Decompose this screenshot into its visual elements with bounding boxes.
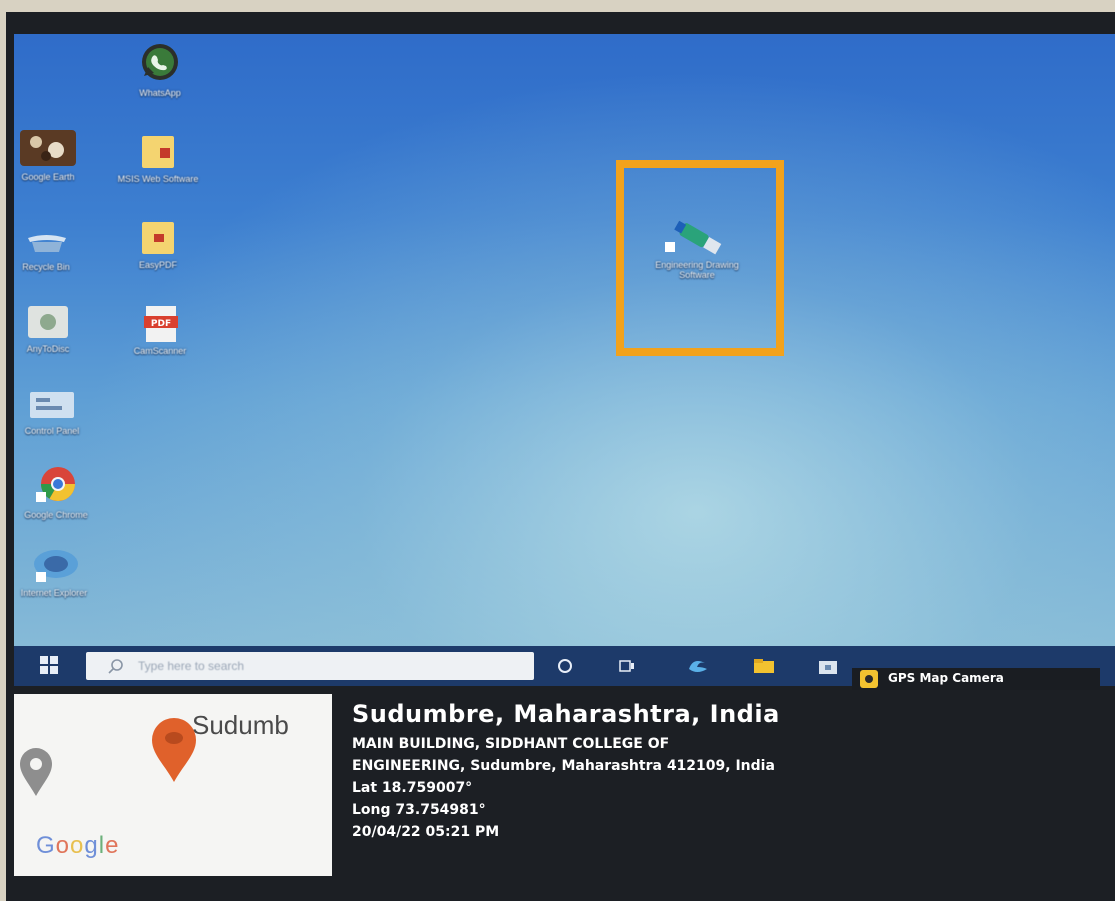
google-logo: Google xyxy=(36,832,120,859)
image-icon xyxy=(20,130,76,166)
desktop-icon-photo[interactable]: Google Earth xyxy=(14,126,94,182)
address-line-2: ENGINEERING, Sudumbre, Maharashtra 41210… xyxy=(352,758,775,774)
location-info: Sudumbre, Maharashtra, India MAIN BUILDI… xyxy=(352,700,1092,840)
folder-icon xyxy=(142,136,174,168)
desktop-icon-internet-explorer[interactable]: Internet Explorer xyxy=(14,546,100,598)
desktop-icon-label: EasyPDF xyxy=(138,260,177,270)
desktop-icon-label: Google Earth xyxy=(21,172,75,182)
folder-icon xyxy=(142,222,174,254)
desktop-icon-label: CamScanner xyxy=(133,346,187,356)
desktop-icon-label: MSIS Web Software xyxy=(117,174,199,184)
desktop-icon-label: Control Panel xyxy=(24,426,80,436)
desktop-icon-label: Google Chrome xyxy=(24,510,88,520)
address-line-1: MAIN BUILDING, SIDDHANT COLLEGE OF xyxy=(352,736,670,752)
desktop-icon-label: AnyToDisc xyxy=(26,344,70,354)
timestamp: 20/04/22 05:21 PM xyxy=(352,824,500,840)
longitude: Long 73.754981° xyxy=(352,802,486,818)
desktop-icon-msis[interactable]: MSIS Web Software xyxy=(112,132,204,184)
latitude: Lat 18.759007° xyxy=(352,780,473,796)
desktop-icon-easypdf[interactable]: EasyPDF xyxy=(112,216,204,270)
taskbar-search-box[interactable]: Type here to search xyxy=(86,652,534,680)
desktop[interactable]: WhatsApp Google Earth MSIS Web Software … xyxy=(14,34,1115,646)
desktop-icon-chrome[interactable]: Google Chrome xyxy=(14,464,102,520)
desktop-icon-label: Recycle Bin xyxy=(22,262,70,272)
file-explorer-icon[interactable] xyxy=(752,657,776,675)
ie-icon xyxy=(34,550,78,582)
chrome-icon xyxy=(36,467,75,502)
map-marker-gray-icon xyxy=(20,748,52,796)
desktop-icon-control-panel[interactable]: Control Panel xyxy=(14,388,98,436)
task-view-icon[interactable] xyxy=(618,657,636,675)
svg-text:PDF: PDF xyxy=(151,319,171,329)
desktop-icon-anytodisc[interactable]: AnyToDisc xyxy=(14,300,94,354)
search-icon xyxy=(108,659,123,674)
desktop-icon-recycle-bin[interactable]: Recycle Bin xyxy=(14,220,92,272)
gps-camera-logo-icon xyxy=(860,670,878,688)
gps-app-name: GPS Map Camera xyxy=(888,671,1004,685)
map-pin-icon xyxy=(152,718,196,782)
search-placeholder: Type here to search xyxy=(138,659,245,673)
desktop-icon-whatsapp[interactable]: WhatsApp xyxy=(114,42,206,98)
desktop-icon-camscanner[interactable]: PDF CamScanner xyxy=(114,302,206,356)
edge-browser-icon[interactable] xyxy=(686,657,710,675)
desktop-icon-label: Internet Explorer xyxy=(20,588,88,598)
store-icon[interactable] xyxy=(816,657,840,675)
disc-app-icon xyxy=(28,306,68,338)
pdf-icon: PDF xyxy=(144,306,178,342)
whatsapp-icon xyxy=(142,44,178,80)
start-button[interactable] xyxy=(40,656,60,676)
cortana-icon[interactable] xyxy=(556,657,574,675)
control-panel-icon xyxy=(30,392,74,418)
desktop-icon-label: WhatsApp xyxy=(139,88,181,98)
highlight-box xyxy=(616,160,784,356)
location-title: Sudumbre, Maharashtra, India xyxy=(352,700,780,728)
gps-app-tag: GPS Map Camera xyxy=(852,668,1100,690)
map-thumbnail: Sudumb Google xyxy=(14,694,332,876)
recycle-bin-icon xyxy=(28,235,66,252)
